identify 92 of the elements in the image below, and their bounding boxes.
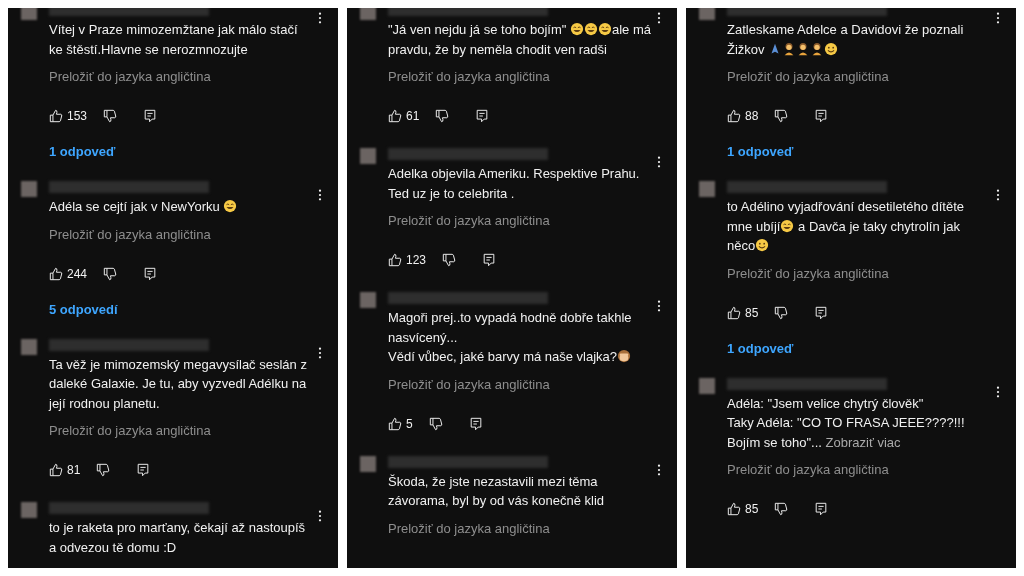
like-button[interactable]: 153	[49, 109, 88, 123]
avatar-placeholder	[21, 8, 37, 20]
thumb-up-icon	[727, 305, 741, 320]
comment-text: Ta věž je mimozemský megavysílač seslán z daleké Galaxie. Je tu, aby vyzvedl Adélku na její rodnou planetu.	[49, 355, 308, 413]
dislike-icon[interactable]	[442, 253, 457, 267]
avatar-placeholder	[21, 181, 37, 197]
reply-icon[interactable]	[143, 109, 158, 123]
translate-link[interactable]: Preložiť do jazyka angličtina	[727, 461, 889, 479]
thumb-up-icon	[49, 463, 63, 477]
reply-icon[interactable]	[136, 463, 151, 477]
comment-text: Adelka objevila Ameriku. Respektive Prahu. Ted uz je to celebrita .	[388, 165, 641, 203]
grinning-face-icon	[780, 218, 795, 233]
translate-link[interactable]: Preložiť do jazyka angličtina	[388, 519, 550, 538]
like-button[interactable]: 81	[49, 463, 81, 477]
like-button[interactable]: 244	[49, 266, 88, 281]
translate-link[interactable]: Preložiť do jazyka angličtina	[727, 264, 889, 283]
comment-text: to je raketa pro marťany, čekají až nastoupíš a odvezou tě domu :D	[49, 519, 307, 557]
thumb-up-icon	[388, 109, 402, 123]
dislike-icon[interactable]	[774, 305, 789, 320]
reply-icon[interactable]	[468, 416, 483, 431]
reply-icon[interactable]	[814, 109, 829, 123]
avatar-placeholder	[21, 338, 37, 355]
translate-link[interactable]: Preložiť do jazyka angličtina	[388, 375, 550, 394]
like-button[interactable]: 85	[727, 502, 759, 516]
reply-icon[interactable]	[475, 109, 490, 123]
replies-link[interactable]: 1 odpoveď	[727, 340, 794, 356]
like-button[interactable]: 5	[388, 416, 413, 431]
comment-text: Adéla se cejtí jak v NewYorku	[49, 197, 312, 217]
grinning-face-icon	[569, 22, 584, 36]
comment-text: Magoři prej..to vypadá hodně dobře takhle nasvícený... Vědí vůbec, jaké barvy má naše vlajka?	[388, 309, 633, 366]
replies-link[interactable]: 1 odpoveď	[727, 144, 794, 159]
smiling-face-icon	[824, 41, 839, 56]
more-options-icon[interactable]	[996, 189, 1000, 201]
thumb-up-icon	[388, 253, 402, 267]
monkey-face-icon	[617, 349, 632, 363]
more-options-icon[interactable]	[657, 156, 661, 168]
more-options-icon[interactable]	[318, 12, 322, 24]
avatar-placeholder	[360, 8, 376, 20]
reply-icon[interactable]	[143, 266, 158, 281]
grinning-face-icon	[583, 22, 598, 36]
avatar-placeholder	[360, 292, 376, 308]
thumb-up-icon	[49, 266, 63, 281]
more-options-icon[interactable]	[657, 463, 661, 476]
thumb-up-icon	[727, 502, 741, 516]
avatar-placeholder	[21, 502, 37, 518]
translate-link[interactable]: Preložiť do jazyka angličtina	[49, 68, 211, 86]
dislike-icon[interactable]	[774, 109, 789, 123]
translate-link[interactable]: Preložiť do jazyka angličtina	[727, 68, 889, 86]
show-more-link[interactable]: Zobraziť viac	[825, 434, 901, 450]
comment-text: "Já ven nejdu já se toho bojím" ale má pravdu, že by neměla chodit ven radši	[388, 21, 651, 59]
laughing-face-icon	[223, 199, 238, 213]
translate-link[interactable]: Preložiť do jazyka angličtina	[388, 212, 550, 230]
like-button[interactable]: 123	[388, 253, 427, 267]
avatar-placeholder	[699, 8, 715, 20]
dislike-icon[interactable]	[428, 416, 443, 431]
like-button[interactable]: 61	[388, 109, 420, 123]
more-options-icon[interactable]	[318, 510, 322, 522]
dislike-icon[interactable]	[103, 109, 118, 123]
smiling-face-icon	[755, 238, 770, 252]
comment-text: Zatleskame Adelce a Davidovi že poznali Žižkov	[727, 21, 965, 59]
reply-icon[interactable]	[814, 502, 829, 516]
like-button[interactable]: 88	[727, 109, 759, 123]
thumb-up-icon	[388, 416, 402, 431]
dislike-icon[interactable]	[435, 109, 450, 123]
more-options-icon[interactable]	[996, 12, 1000, 24]
replies-link[interactable]: 5 odpovedí	[49, 301, 118, 317]
dislike-icon[interactable]	[96, 463, 111, 477]
comment-text: to Adélino vyjadřování desetiletého dítěte mne ubíjí a Davča je taky chytrolín jak něco	[727, 198, 966, 255]
dislike-icon[interactable]	[103, 266, 118, 281]
reply-icon[interactable]	[482, 253, 497, 267]
avatar-placeholder	[360, 148, 376, 164]
comment-text: Škoda, že jste nezastavili mezi těma závorama, byl by od vás konečně klid	[388, 472, 606, 510]
grinning-face-icon	[597, 22, 612, 36]
avatar-placeholder	[699, 181, 715, 197]
more-options-icon[interactable]	[318, 189, 322, 201]
thumb-up-icon	[49, 109, 63, 123]
replies-link[interactable]: 1 odpoveď	[49, 144, 116, 159]
more-options-icon[interactable]	[996, 385, 1000, 398]
translate-link[interactable]: Preložiť do jazyka angličtina	[388, 68, 550, 86]
comment-text: Adéla: "Jsem velice chytrý člověk" Taky Adéla: "CO TO FRASA JEEE????!!! Bojím se toho"... Zobraziť viac	[727, 394, 966, 452]
comment-text: Vítej v Praze mimozemžtane jak málo stačí ke štěstí.Hlavne se nerozmnozujte	[49, 21, 299, 59]
reply-icon[interactable]	[814, 305, 829, 320]
more-options-icon[interactable]	[657, 12, 661, 24]
translate-link[interactable]: Preložiť do jazyka angličtina	[49, 422, 211, 440]
thumb-up-icon	[727, 109, 741, 123]
avatar-placeholder	[699, 377, 715, 394]
avatar-placeholder	[360, 455, 376, 472]
like-button[interactable]: 85	[727, 305, 759, 320]
translate-link[interactable]: Preložiť do jazyka angličtina	[49, 225, 211, 244]
dislike-icon[interactable]	[774, 502, 789, 516]
more-options-icon[interactable]	[657, 300, 661, 312]
more-options-icon[interactable]	[318, 346, 322, 359]
